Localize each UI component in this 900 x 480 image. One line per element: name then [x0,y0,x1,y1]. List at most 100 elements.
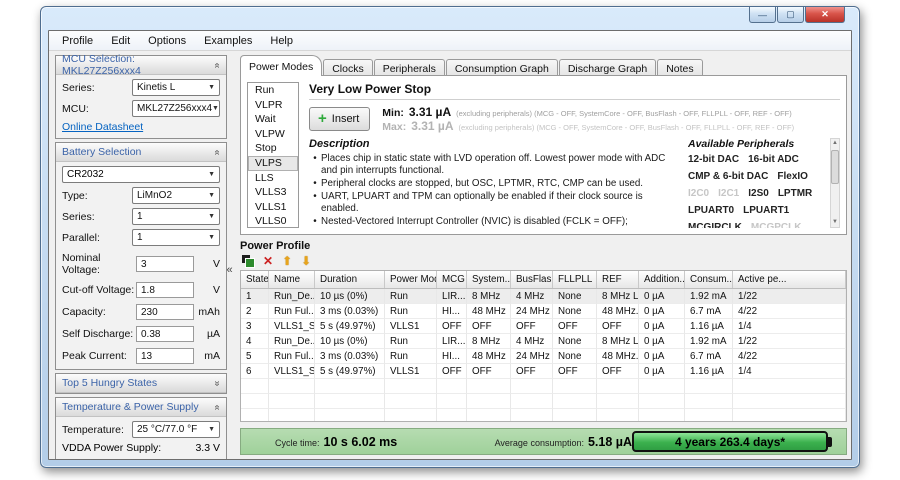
scrollbar-thumb[interactable] [831,150,839,184]
peripheral-item: MCGPCLK [751,222,802,228]
peripherals-scrollbar[interactable]: ▲ ▼ [830,138,840,228]
table-row[interactable]: 1 Run_De... 10 µs (0%) Run LIR... 8 MHz … [241,289,846,304]
average-consumption-value: 5.18 µA [588,435,632,449]
mcu-selection-section: MCU Selection: MKL27Z256xxx4 « Series: K… [55,55,227,139]
bullet-icon: • [309,178,321,190]
field-input[interactable]: 0.38 [136,326,194,342]
minimize-button[interactable]: — [749,7,776,23]
chevron-down-icon[interactable]: « [212,380,223,386]
column-header[interactable]: Consum... [685,271,733,288]
power-mode-item[interactable]: VLPS [248,156,298,171]
power-mode-item[interactable]: VLPW [248,127,298,142]
table-row[interactable]: 6 VLLS1_S... 5 s (49.97%) VLLS1 OFF OFF … [241,364,846,379]
empty-row [241,379,846,394]
max-note: (excluding peripherals) (MCG - OFF, Syst… [459,123,795,132]
column-header[interactable]: Duration [315,271,385,288]
chevron-up-icon[interactable]: « [212,404,223,410]
peripheral-item: LPUART1 [743,205,789,216]
table-row[interactable]: 3 VLLS1_S... 5 s (49.97%) VLLS1 OFF OFF … [241,319,846,334]
battery-selection-section: Battery Selection « CR2032 ▼ Type: LiMnO… [55,142,227,370]
power-mode-item[interactable]: VLPR [248,98,298,113]
battery-series-select[interactable]: 1 ▼ [132,208,220,225]
column-header[interactable]: Name [269,271,315,288]
peripheral-item: 12-bit DAC [688,154,739,165]
tab[interactable]: Discharge Graph [559,59,656,76]
battery-type-select[interactable]: LiMnO2 ▼ [132,187,220,204]
app-window: — ▢ ✕ ProfileEditOptionsExamplesHelp MCU… [40,6,860,468]
insert-button[interactable]: + Insert [309,107,370,131]
sidebar: MCU Selection: MKL27Z256xxx4 « Series: K… [55,55,227,455]
sidebar-collapse-handle[interactable]: « [223,259,236,281]
column-header[interactable]: MCG [437,271,467,288]
power-mode-item[interactable]: VLLS3 [248,185,298,200]
mcu-select[interactable]: MKL27Z256xxx4 ▼ [132,100,220,117]
chevron-down-icon: ▼ [208,84,215,91]
maximize-button[interactable]: ▢ [777,7,804,23]
power-mode-item[interactable]: VLLS1 [248,200,298,215]
table-row[interactable]: 2 Run Ful... 3 ms (0.03%) Run HI... 48 M… [241,304,846,319]
description-bullets: • Places chip in static state with LVD o… [309,153,682,228]
temperature-header[interactable]: Temperature & Power Supply « [56,398,226,417]
column-header[interactable]: REF [597,271,639,288]
scroll-down-icon[interactable]: ▼ [832,218,838,227]
tab[interactable]: Clocks [323,59,373,76]
battery-fields: Nominal Voltage: 3 V Cut-off Voltage: 1.… [62,252,220,364]
column-header[interactable]: FLLPLL [553,271,597,288]
status-bar: Cycle time: 10 s 6.02 ms Average consump… [240,428,847,455]
tab[interactable]: Power Modes [240,55,322,76]
chevron-up-icon[interactable]: « [212,62,223,68]
duplicate-state-icon[interactable] [242,255,254,267]
field-input[interactable]: 230 [136,304,194,320]
menu-item[interactable]: Options [139,33,195,49]
battery-model-select[interactable]: CR2032 ▼ [62,166,220,183]
battery-parallel-select[interactable]: 1 ▼ [132,229,220,246]
menu-item[interactable]: Help [261,33,302,49]
hungry-states-section: Top 5 Hungry States « [55,373,227,394]
column-header[interactable]: Active pe... [733,271,846,288]
menu-item[interactable]: Examples [195,33,261,49]
field-unit: mAh [194,306,220,318]
field-input[interactable]: 3 [136,256,194,272]
move-down-icon[interactable]: ⬇ [301,255,311,267]
battery-field-row: Cut-off Voltage: 1.8 V [62,282,220,298]
temperature-select[interactable]: 25 °C/77.0 °F ▼ [132,421,220,438]
menu-item[interactable]: Edit [102,33,139,49]
close-button[interactable]: ✕ [805,7,845,23]
tab[interactable]: Peripherals [374,59,445,76]
scroll-up-icon[interactable]: ▲ [832,139,838,148]
tab[interactable]: Notes [657,59,702,76]
move-up-icon[interactable]: ⬆ [282,255,292,267]
power-mode-list: Run VLPR Wait VLPW Stop VLPS LLS [247,82,299,228]
hungry-states-header[interactable]: Top 5 Hungry States « [56,374,226,393]
delete-state-icon[interactable]: ✕ [263,255,273,267]
column-header[interactable]: BusFlash [511,271,553,288]
power-mode-item[interactable]: Stop [248,141,298,156]
mcu-selection-header[interactable]: MCU Selection: MKL27Z256xxx4 « [56,56,226,75]
menu-item[interactable]: Profile [53,33,102,49]
column-header[interactable]: Power Mode [385,271,437,288]
battery-field-row: Capacity: 230 mAh [62,304,220,320]
description-bullet: • Nested-Vectored Interrupt Controller (… [309,216,682,228]
peripheral-item: CMP & 6-bit DAC [688,171,768,182]
column-header[interactable]: State [241,271,269,288]
battery-life-text: 4 years 263.4 days* [632,431,828,452]
table-row[interactable]: 5 Run Ful... 3 ms (0.03%) Run HI... 48 M… [241,349,846,364]
empty-row [241,394,846,409]
online-datasheet-link[interactable]: Online Datasheet [62,121,220,133]
field-input[interactable]: 13 [136,348,194,364]
power-mode-item[interactable]: VLLS0 [248,214,298,228]
battery-selection-header[interactable]: Battery Selection « [56,143,226,162]
column-header[interactable]: System... [467,271,511,288]
field-input[interactable]: 1.8 [136,282,194,298]
power-profile-toolbar: ✕ ⬆ ⬇ [242,254,847,267]
power-mode-item[interactable]: Run [248,83,298,98]
battery-nub [828,437,832,447]
power-mode-item[interactable]: LLS [248,171,298,186]
series-select[interactable]: Kinetis L ▼ [132,79,220,96]
chevron-up-icon[interactable]: « [212,149,223,155]
power-mode-item[interactable]: Wait [248,112,298,127]
table-row[interactable]: 4 Run_De... 10 µs (0%) Run LIR... 8 MHz … [241,334,846,349]
tab[interactable]: Consumption Graph [446,59,558,76]
vdd-label: VDD Power Supply: [62,458,155,460]
column-header[interactable]: Addition... [639,271,685,288]
